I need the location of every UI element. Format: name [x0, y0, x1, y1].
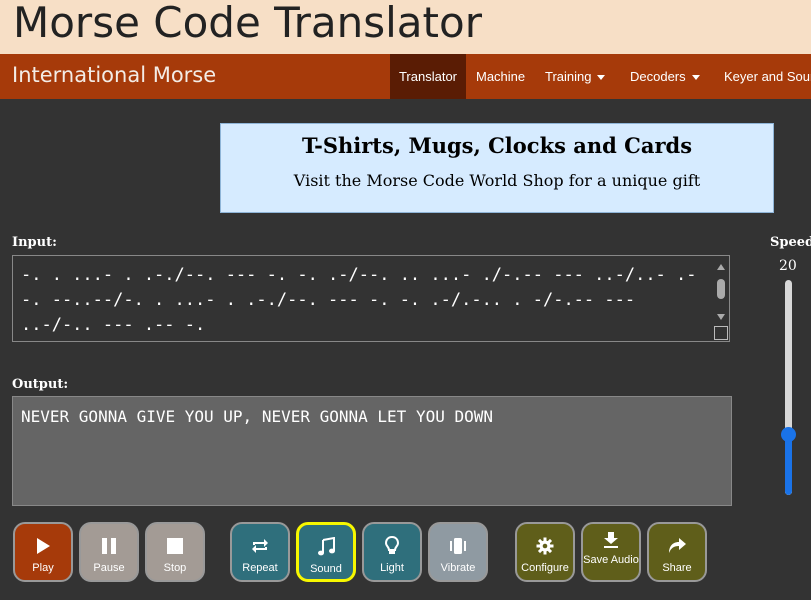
speed-slider[interactable] — [785, 280, 792, 495]
configure-label: Configure — [521, 562, 569, 574]
stop-button[interactable]: Stop — [145, 522, 205, 582]
play-label: Play — [32, 562, 54, 574]
save-audio-label: Save Audio — [583, 554, 639, 566]
lightbulb-icon — [364, 535, 420, 557]
output-text: NEVER GONNA GIVE YOU UP, NEVER GONNA LET… — [21, 407, 494, 426]
input-label: Input: — [12, 235, 57, 250]
nav-label-translator: Translator — [398, 69, 458, 84]
site-header: Morse Code Translator — [0, 0, 811, 54]
play-icon — [15, 535, 71, 557]
stop-icon — [147, 535, 203, 557]
nav-label-training: Training — [545, 69, 592, 84]
share-icon — [649, 535, 705, 557]
banner-title: T-Shirts, Mugs, Clocks and Cards — [301, 133, 693, 158]
repeat-icon — [232, 535, 288, 557]
pause-button[interactable]: Pause — [79, 522, 139, 582]
vibrate-button[interactable]: Vibrate — [428, 522, 488, 582]
save-audio-button[interactable]: Save Audio — [581, 522, 641, 582]
gear-icon — [517, 535, 573, 557]
nav-item-training[interactable]: Training — [545, 54, 606, 99]
vibrate-label: Vibrate — [440, 562, 476, 574]
pause-icon — [81, 535, 137, 557]
navbar: International Morse Translator Machine T… — [0, 54, 811, 99]
speed-label: Speed — [770, 235, 811, 250]
shop-banner[interactable]: T-Shirts, Mugs, Clocks and Cards Visit t… — [220, 123, 774, 213]
morse-input-field[interactable]: -. . ...- . .-./--. --- -. -. .-/--. .. … — [12, 255, 730, 342]
play-button[interactable]: Play — [13, 522, 73, 582]
repeat-button[interactable]: Repeat — [230, 522, 290, 582]
nav-item-machine[interactable]: Machine — [476, 54, 525, 99]
share-label: Share — [662, 562, 692, 574]
chevron-down-icon — [691, 75, 700, 81]
sound-label: Sound — [310, 563, 342, 575]
scroll-down-icon[interactable] — [717, 314, 725, 320]
nav-label-keyer: Keyer and Sour — [724, 69, 811, 84]
speed-slider-thumb[interactable] — [781, 427, 796, 442]
configure-button[interactable]: Configure — [515, 522, 575, 582]
nav-label-machine: Machine — [476, 69, 526, 84]
pause-label: Pause — [93, 562, 125, 574]
light-label: Light — [380, 562, 404, 574]
navbar-brand[interactable]: International Morse — [12, 63, 216, 87]
share-button[interactable]: Share — [647, 522, 707, 582]
page-title: Morse Code Translator — [13, 0, 482, 47]
chevron-down-icon — [597, 75, 606, 81]
nav-item-keyer[interactable]: Keyer and Sour — [724, 54, 811, 99]
download-icon — [583, 529, 639, 551]
music-note-icon — [299, 536, 353, 558]
nav-item-decoders[interactable]: Decoders — [630, 54, 700, 99]
output-label: Output: — [12, 377, 69, 392]
banner-subtitle: Visit the Morse Code World Shop for a un… — [293, 171, 701, 190]
morse-input-text: -. . ...- . .-./--. --- -. -. .-/--. .. … — [21, 265, 697, 335]
speed-value: 20 — [779, 258, 797, 274]
scroll-up-icon[interactable] — [717, 264, 725, 270]
sound-button[interactable]: Sound — [296, 522, 356, 582]
nav-label-decoders: Decoders — [630, 69, 686, 84]
repeat-label: Repeat — [242, 562, 278, 574]
light-button[interactable]: Light — [362, 522, 422, 582]
output-text-field[interactable]: NEVER GONNA GIVE YOU UP, NEVER GONNA LET… — [12, 396, 732, 506]
nav-item-translator[interactable]: Translator — [390, 54, 466, 99]
scroll-thumb[interactable] — [717, 279, 725, 299]
stop-label: Stop — [163, 562, 187, 574]
resize-handle[interactable] — [714, 326, 728, 340]
speed-slider-fill — [785, 435, 792, 495]
vibrate-icon — [430, 535, 486, 557]
